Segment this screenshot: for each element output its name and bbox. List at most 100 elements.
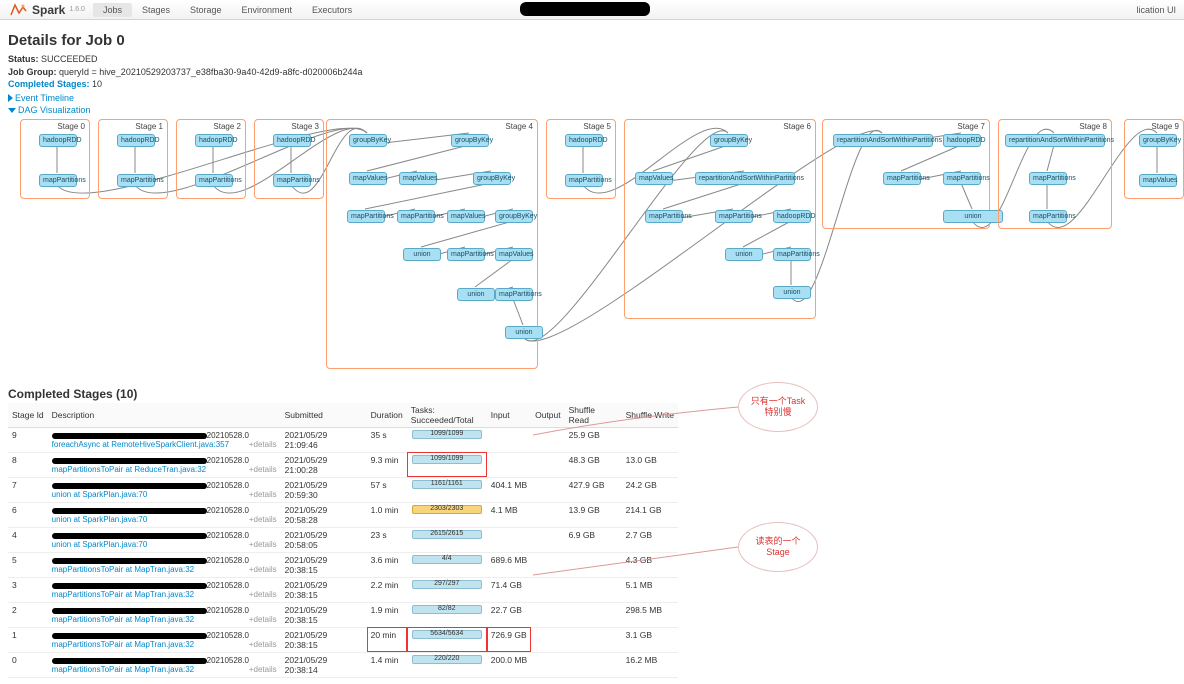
col-header[interactable]: Shuffle Write: [622, 403, 678, 428]
stage-box-4[interactable]: Stage 4groupByKeygroupByKeymapValuesmapV…: [326, 119, 538, 369]
stage-link[interactable]: foreachAsync at RemoteHiveSparkClient.ja…: [52, 440, 277, 449]
col-header[interactable]: Tasks: Succeeded/Total: [407, 403, 487, 428]
rdd-node[interactable]: union: [457, 288, 495, 301]
details-toggle[interactable]: +details: [249, 440, 277, 449]
stage-link[interactable]: mapPartitionsToPair at ReduceTran.java:3…: [52, 465, 277, 474]
nav-tab-executors[interactable]: Executors: [302, 3, 362, 17]
rdd-node[interactable]: union: [943, 210, 1003, 223]
col-header[interactable]: Output: [531, 403, 565, 428]
rdd-node[interactable]: union: [773, 286, 811, 299]
rdd-node[interactable]: mapPartitions: [1029, 172, 1067, 185]
stage-link[interactable]: union at SparkPlan.java:70: [52, 515, 277, 524]
details-toggle[interactable]: +details: [249, 540, 277, 549]
stage-link[interactable]: mapPartitionsToPair at MapTran.java:32: [52, 640, 277, 649]
rdd-node[interactable]: mapValues: [399, 172, 437, 185]
rdd-node[interactable]: union: [403, 248, 441, 261]
rdd-node[interactable]: hadoopRDD: [39, 134, 77, 147]
stage-link[interactable]: mapPartitionsToPair at MapTran.java:32: [52, 590, 277, 599]
col-header[interactable]: Description: [48, 403, 281, 428]
progress-bar: 82/82: [412, 605, 482, 614]
stage-link[interactable]: mapPartitionsToPair at MapTran.java:32: [52, 665, 277, 674]
stage-box-3[interactable]: Stage 3hadoopRDDmapPartitions: [254, 119, 324, 199]
rdd-node[interactable]: groupByKey: [495, 210, 533, 223]
rdd-node[interactable]: mapValues: [349, 172, 387, 185]
stage-box-8[interactable]: Stage 8repartitionAndSortWithinPartition…: [998, 119, 1112, 229]
rdd-node[interactable]: mapPartitions: [1029, 210, 1067, 223]
nav-tab-storage[interactable]: Storage: [180, 3, 232, 17]
nav-tab-stages[interactable]: Stages: [132, 3, 180, 17]
cell-duration: 35 s: [367, 427, 407, 452]
rdd-node[interactable]: groupByKey: [1139, 134, 1177, 147]
rdd-node[interactable]: union: [725, 248, 763, 261]
col-header[interactable]: Duration: [367, 403, 407, 428]
rdd-node[interactable]: mapValues: [447, 210, 485, 223]
rdd-node[interactable]: mapPartitions: [195, 174, 233, 187]
dag-viz-toggle[interactable]: DAG Visualization: [8, 105, 1176, 115]
stage-box-7[interactable]: Stage 7repartitionAndSortWithinPartition…: [822, 119, 990, 229]
rdd-node[interactable]: mapPartitions: [773, 248, 811, 261]
details-toggle[interactable]: +details: [249, 640, 277, 649]
rdd-node[interactable]: groupByKey: [451, 134, 489, 147]
stage-box-1[interactable]: Stage 1hadoopRDDmapPartitions: [98, 119, 168, 199]
details-toggle[interactable]: +details: [249, 515, 277, 524]
rdd-node[interactable]: hadoopRDD: [195, 134, 233, 147]
rdd-node[interactable]: hadoopRDD: [117, 134, 155, 147]
stage-box-0[interactable]: Stage 0hadoopRDDmapPartitions: [20, 119, 90, 199]
stage-link[interactable]: union at SparkPlan.java:70: [52, 490, 277, 499]
rdd-node[interactable]: repartitionAndSortWithinPartitions: [833, 134, 933, 147]
rdd-node[interactable]: mapPartitions: [117, 174, 155, 187]
rdd-node[interactable]: repartitionAndSortWithinPartitions: [1005, 134, 1105, 147]
event-timeline-toggle[interactable]: Event Timeline: [8, 93, 1176, 103]
completed-stages-link[interactable]: Completed Stages:: [8, 79, 90, 89]
details-toggle[interactable]: +details: [249, 590, 277, 599]
rdd-node[interactable]: groupByKey: [349, 134, 387, 147]
rdd-node[interactable]: mapPartitions: [273, 174, 311, 187]
rdd-node[interactable]: hadoopRDD: [773, 210, 811, 223]
stage-box-5[interactable]: Stage 5hadoopRDDmapPartitions: [546, 119, 616, 199]
nav-tab-environment[interactable]: Environment: [232, 3, 303, 17]
col-header[interactable]: Submitted: [281, 403, 367, 428]
nav-app-name: lication UI: [1136, 5, 1176, 15]
stage-link[interactable]: mapPartitionsToPair at MapTran.java:32: [52, 615, 277, 624]
table-row: 6 20210528.0 +details union at SparkPlan…: [8, 502, 678, 527]
details-toggle[interactable]: +details: [249, 615, 277, 624]
col-header[interactable]: Stage Id: [8, 403, 48, 428]
stage-box-6[interactable]: Stage 6groupByKeymapValuesrepartitionAnd…: [624, 119, 816, 319]
rdd-node[interactable]: mapValues: [635, 172, 673, 185]
rdd-node[interactable]: hadoopRDD: [565, 134, 603, 147]
rdd-node[interactable]: mapPartitions: [715, 210, 753, 223]
brand: Spark 1.6.0: [8, 3, 85, 17]
rdd-node[interactable]: mapPartitions: [565, 174, 603, 187]
cell-duration: 57 s: [367, 477, 407, 502]
details-toggle[interactable]: +details: [249, 665, 277, 674]
cell-shuffle-write: 16.2 MB: [622, 652, 678, 677]
nav-tab-jobs[interactable]: Jobs: [93, 3, 132, 17]
rdd-node[interactable]: mapValues: [1139, 174, 1177, 187]
navbar: Spark 1.6.0 JobsStagesStorageEnvironment…: [0, 0, 1184, 20]
rdd-node[interactable]: mapPartitions: [495, 288, 533, 301]
stage-box-9[interactable]: Stage 9groupByKeymapValues: [1124, 119, 1184, 199]
details-toggle[interactable]: +details: [249, 490, 277, 499]
stage-box-2[interactable]: Stage 2hadoopRDDmapPartitions: [176, 119, 246, 199]
rdd-node[interactable]: hadoopRDD: [943, 134, 981, 147]
col-header[interactable]: Input: [487, 403, 531, 428]
details-toggle[interactable]: +details: [249, 565, 277, 574]
stage-link[interactable]: mapPartitionsToPair at MapTran.java:32: [52, 565, 277, 574]
rdd-node[interactable]: union: [505, 326, 543, 339]
rdd-node[interactable]: mapPartitions: [447, 248, 485, 261]
col-header[interactable]: Shuffle Read: [565, 403, 622, 428]
rdd-node[interactable]: hadoopRDD: [273, 134, 311, 147]
rdd-node[interactable]: mapPartitions: [347, 210, 385, 223]
rdd-node[interactable]: mapValues: [495, 248, 533, 261]
rdd-node[interactable]: mapPartitions: [943, 172, 981, 185]
details-toggle[interactable]: +details: [249, 465, 277, 474]
rdd-node[interactable]: mapPartitions: [883, 172, 921, 185]
rdd-node[interactable]: repartitionAndSortWithinPartitions: [695, 172, 795, 185]
cell-input: [487, 452, 531, 477]
stage-link[interactable]: union at SparkPlan.java:70: [52, 540, 277, 549]
rdd-node[interactable]: groupByKey: [473, 172, 511, 185]
rdd-node[interactable]: mapPartitions: [397, 210, 435, 223]
rdd-node[interactable]: groupByKey: [710, 134, 748, 147]
rdd-node[interactable]: mapPartitions: [39, 174, 77, 187]
rdd-node[interactable]: mapPartitions: [645, 210, 683, 223]
